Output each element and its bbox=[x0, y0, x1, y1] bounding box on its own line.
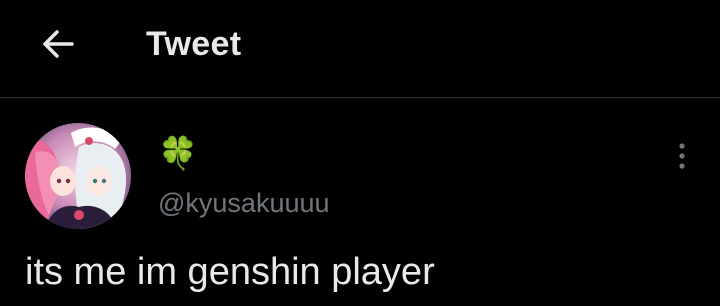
author-display-name[interactable]: 🍀 bbox=[158, 135, 198, 171]
arrow-left-icon bbox=[43, 30, 74, 58]
avatar-image bbox=[25, 123, 131, 229]
page-title: Tweet bbox=[146, 25, 242, 63]
tweet-text: its me im genshin player bbox=[25, 251, 435, 293]
back-button[interactable] bbox=[34, 22, 82, 66]
author-handle[interactable]: @kyusakuuuu bbox=[158, 187, 330, 219]
more-vertical-icon bbox=[679, 143, 685, 169]
more-options-button[interactable] bbox=[664, 136, 700, 176]
avatar[interactable] bbox=[25, 123, 131, 229]
top-bar: Tweet bbox=[0, 0, 720, 98]
